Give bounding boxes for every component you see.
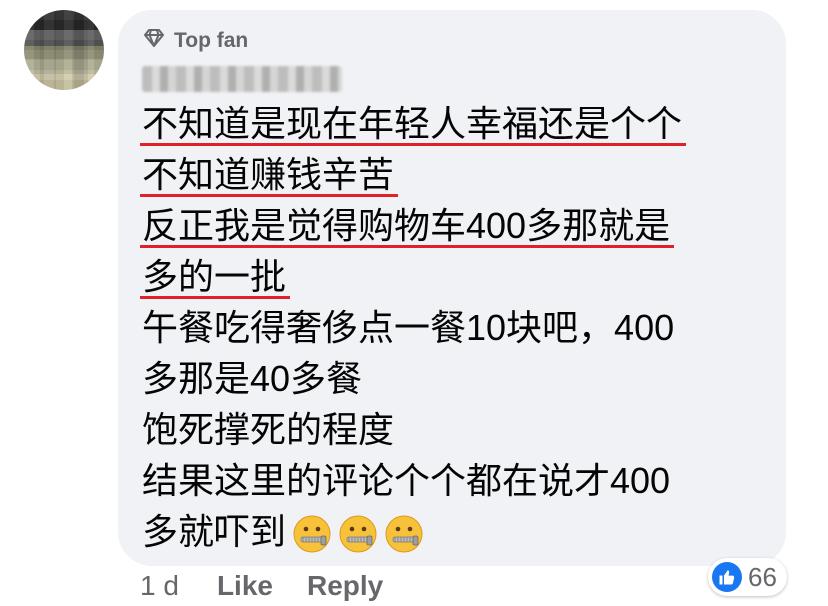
- comment-line: 饱死撑死的程度: [142, 409, 395, 450]
- commenter-name[interactable]: [142, 66, 342, 92]
- reaction-count: 66: [748, 561, 777, 592]
- zipper-mouth-face-icon: [385, 515, 423, 553]
- comment-text: 不知道是现在年轻人幸福还是个个 不知道赚钱辛苦 反正我是觉得购物车400多那就是…: [139, 98, 782, 557]
- zipper-mouth-face-icon: [339, 515, 377, 553]
- timestamp[interactable]: 1 d: [140, 570, 179, 602]
- comment-line: 不知道赚钱辛苦: [139, 149, 399, 200]
- comment-line: 多的一批: [139, 251, 291, 302]
- emoji-row: [292, 514, 424, 554]
- like-button[interactable]: Like: [217, 570, 273, 602]
- avatar[interactable]: [24, 10, 104, 90]
- comment-actions: 1 d Like Reply: [140, 570, 383, 602]
- comment-line: 不知道是现在年轻人幸福还是个个: [139, 98, 687, 149]
- reaction-summary[interactable]: 66: [708, 558, 787, 596]
- comment-line: 反正我是觉得购物车400多那就是: [139, 200, 675, 251]
- badge-label: Top fan: [174, 29, 249, 52]
- comment-line: 多那是40多餐: [142, 358, 363, 399]
- top-fan-badge: Top fan: [142, 26, 248, 56]
- zipper-mouth-face-icon: [293, 515, 331, 553]
- diamond-icon: [142, 26, 166, 56]
- like-reaction-icon: [712, 562, 742, 592]
- comment-line: 午餐吃得奢侈点一餐10块吧，400: [142, 307, 675, 348]
- reply-button[interactable]: Reply: [307, 570, 383, 602]
- comment-line: 多就吓到: [142, 511, 287, 552]
- comment-line: 结果这里的评论个个都在说才400: [142, 460, 671, 501]
